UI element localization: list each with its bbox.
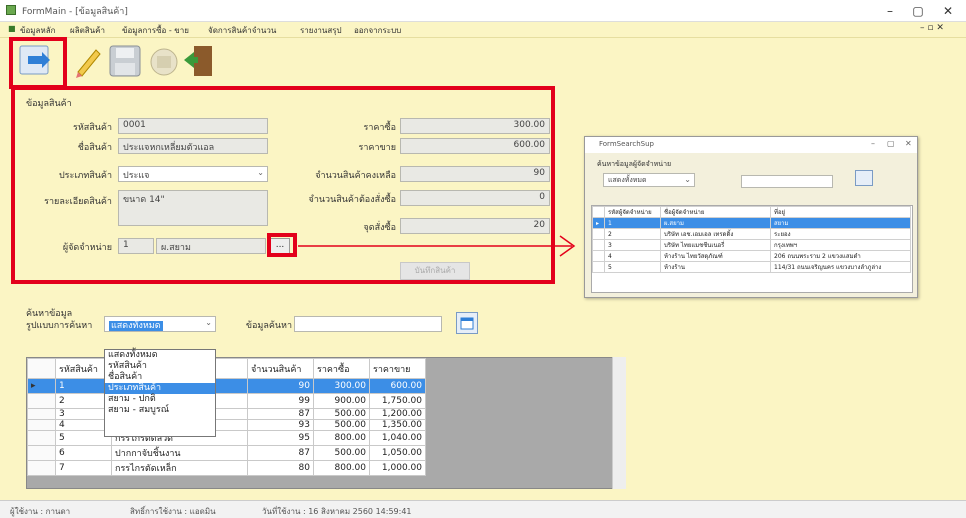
calendar-icon[interactable] [456, 312, 478, 334]
popup-search-label: ค้นหาข้อมูลผู้จัดจำหน่าย [597, 160, 672, 168]
table-row[interactable]: ▸1ประแจ90300.00600.00 [27, 378, 426, 394]
popup-minimize-button[interactable]: – [871, 139, 875, 148]
table-row[interactable]: 5 กรรไกรตัดลวด 95 800.00 1,040.00 [27, 430, 426, 446]
search-keyword-label: ข้อมูลค้นหา [245, 321, 292, 331]
status-user: ผู้ใช้งาน : กานดา [10, 507, 71, 516]
table-row[interactable]: ▸ 1 ผ.สยาม สยาม [592, 217, 911, 229]
table-row[interactable]: 7 กรรไกรตัดเหล็ก 80 800.00 1,000.00 [27, 460, 426, 476]
status-role: สิทธิ์การใช้งาน : แอดมิน [130, 507, 216, 516]
popup-col-header: ที่อยู่ [770, 206, 911, 218]
calendar-icon[interactable] [855, 170, 873, 186]
grid-scrollbar[interactable] [612, 357, 626, 489]
table-row[interactable]: 4 93 500.00 1,350.00 [27, 419, 426, 431]
status-bar: ผู้ใช้งาน : กานดา สิทธิ์การใช้งาน : แอดม… [0, 500, 966, 518]
popup-maximize-button[interactable]: ▢ [887, 139, 895, 148]
dropdown-option[interactable]: ชื่อสินค้า [105, 372, 215, 383]
dropdown-option[interactable]: สยาม - สมบูรณ์ [105, 405, 215, 416]
search-type-dropdown: แสดงทั้งหมด รหัสสินค้า ชื่อสินค้า ประเภท… [104, 349, 216, 437]
table-row[interactable]: 5 ห้างร้าน 114/31 ถนนเจริญนคร แขวงบางลำภูล… [592, 261, 911, 273]
popup-col-header: รหัสผู้จัดจำหน่าย [604, 206, 661, 218]
search-type-value: แสดงทั้งหมด [109, 321, 163, 331]
popup-supplier-table: รหัสผู้จัดจำหน่าย ชื่อผู้จัดจำหน่าย ที่อ… [591, 205, 913, 293]
table-row[interactable]: 2ไขควง99900.001,750.00 [27, 393, 426, 409]
popup-title: FormSearchSup [585, 137, 917, 153]
table-row[interactable]: 3 บริษัท ไทยแมชชีนเนอรี่ กรุงเทพฯ [592, 239, 911, 251]
popup-col-header: ชื่อผู้จัดจำหน่าย [660, 206, 771, 218]
popup-close-button[interactable]: ✕ [905, 139, 912, 148]
chevron-down-icon: ⌄ [684, 175, 691, 184]
search-input[interactable] [294, 316, 442, 332]
table-row[interactable]: 6 ปากกาจับชิ้นงาน 87 500.00 1,050.00 [27, 445, 426, 461]
grid-col-header: ราคาซื้อ [313, 358, 370, 379]
status-date: วันที่ใช้งาน : 16 สิงหาคม 2560 14:59:41 [262, 507, 412, 516]
search-type-label: รูปแบบการค้นหา [26, 321, 93, 331]
table-row[interactable]: 2 บริษัท เอช.เอมเอล เทรดดิ้ง ระยอง [592, 228, 911, 240]
popup-type-value: แสดงทั้งหมด [608, 176, 647, 184]
dropdown-option[interactable]: แสดงทั้งหมด [105, 350, 215, 361]
search-type-select[interactable]: แสดงทั้งหมด ⌄ [104, 316, 216, 332]
popup-type-select[interactable]: แสดงทั้งหมด ⌄ [603, 173, 695, 187]
table-row[interactable]: 3 87 500.00 1,200.00 [27, 408, 426, 420]
dropdown-option[interactable]: สยาม - ปกติ [105, 394, 215, 405]
popup-search-input[interactable] [741, 175, 833, 188]
grid-col-header: ราคาขาย [369, 358, 426, 379]
grid-col-header: จำนวนสินค้า [247, 358, 314, 379]
chevron-down-icon: ⌄ [205, 318, 212, 327]
dropdown-option[interactable]: รหัสสินค้า [105, 361, 215, 372]
table-row[interactable]: 4 ห้างร้าน ไทยวัสดุภัณฑ์ 206 ถนนพระราม 2 แ… [592, 250, 911, 262]
dropdown-option[interactable]: ประเภทสินค้า [105, 383, 215, 394]
supplier-search-popup: FormSearchSup – ▢ ✕ ค้นหาข้อมูลผู้จัดจำห… [584, 136, 918, 298]
